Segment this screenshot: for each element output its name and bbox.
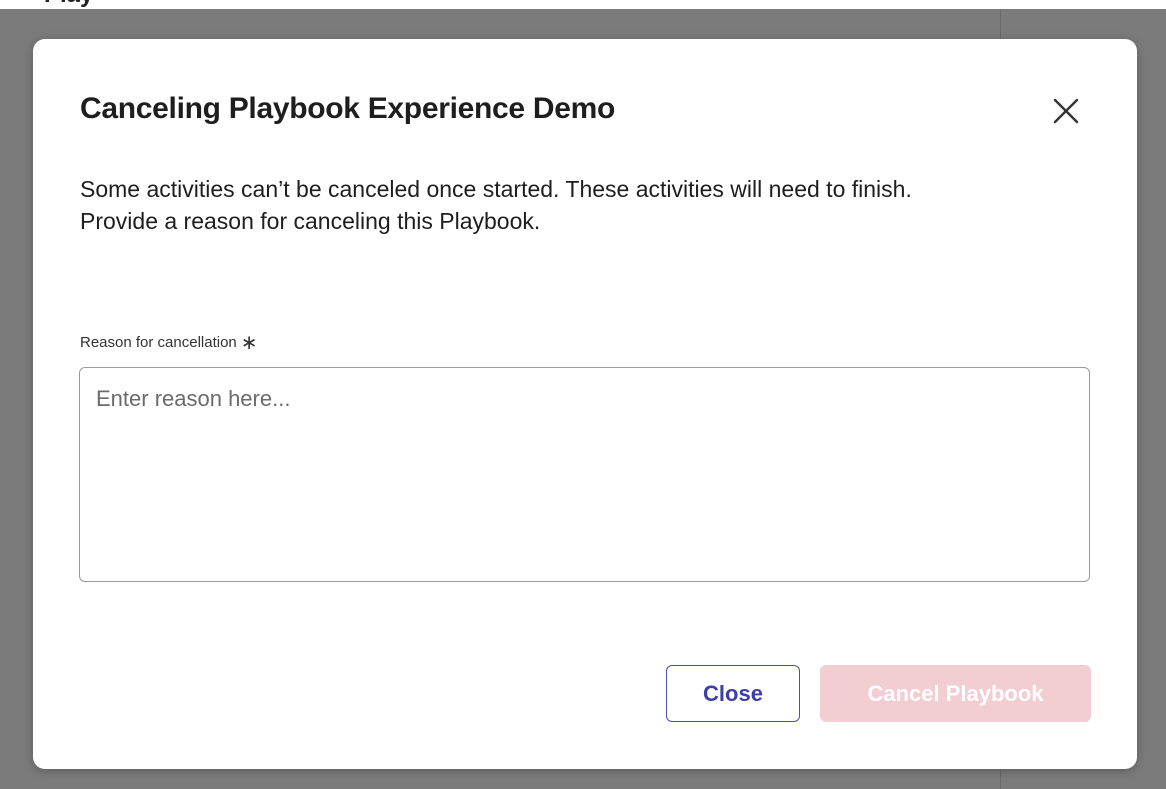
cancel-playbook-dialog: Canceling Playbook Experience Demo Some … (33, 39, 1137, 769)
reason-field-label: Reason for cancellation ∗ (80, 331, 258, 355)
background-header: Play (0, 0, 1166, 9)
dialog-description: Some activities can’t be canceled once s… (80, 173, 1080, 237)
reason-textarea[interactable] (79, 367, 1090, 582)
dialog-title: Canceling Playbook Experience Demo (80, 92, 615, 125)
required-indicator: ∗ (240, 332, 258, 354)
close-button[interactable]: Close (666, 665, 800, 722)
close-icon (1053, 98, 1079, 124)
cancel-playbook-button[interactable]: Cancel Playbook (820, 665, 1091, 722)
warning-text: Some activities can’t be canceled once s… (80, 176, 912, 202)
background-heading: Play (44, 0, 93, 8)
reason-label-text: Reason for cancellation (80, 334, 237, 351)
dialog-close-button[interactable] (1048, 93, 1084, 129)
instruction-text: Provide a reason for canceling this Play… (80, 208, 541, 234)
